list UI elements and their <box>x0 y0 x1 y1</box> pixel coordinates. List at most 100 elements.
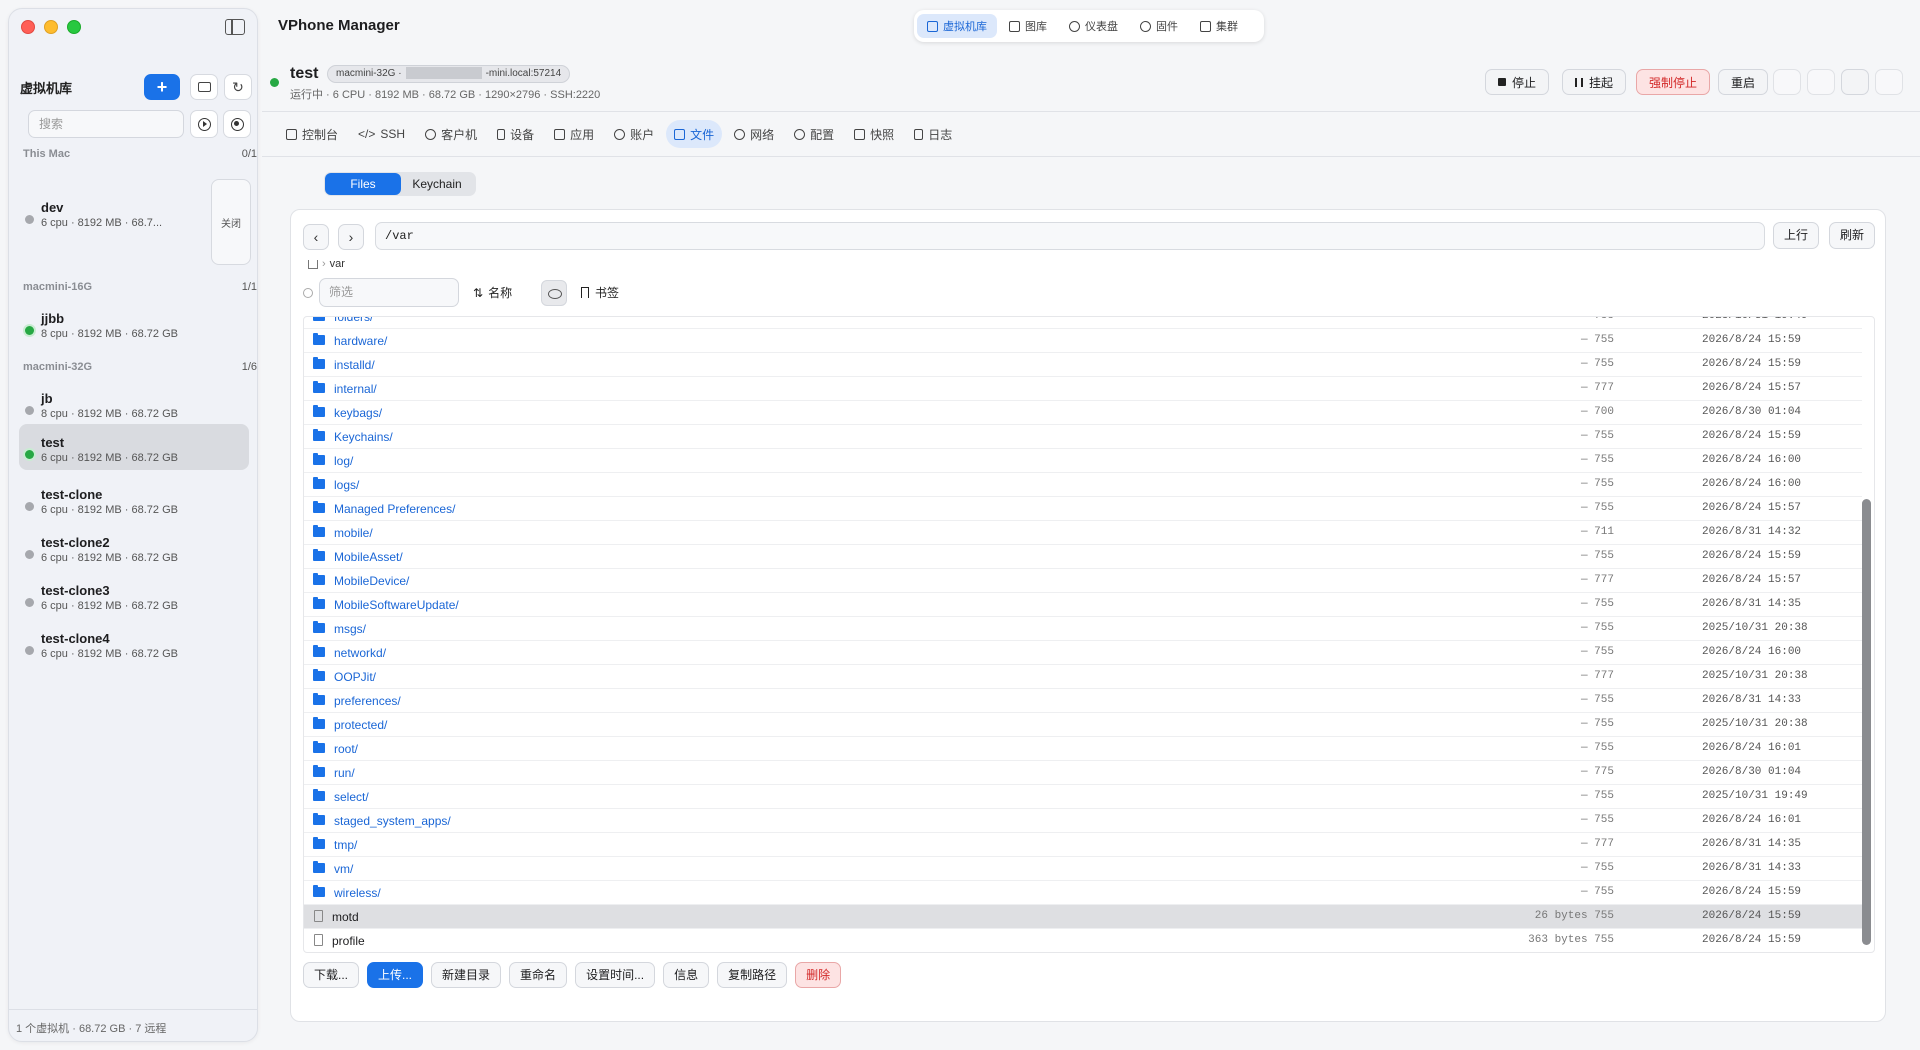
tab-accounts[interactable]: 账户 <box>606 120 662 148</box>
vm-item-jjbb[interactable]: jjbb 8 cpu · 8192 MB · 68.72 GB <box>19 300 249 346</box>
folder-row[interactable]: MobileAsset/ — 755 2026/8/24 15:59 <box>304 545 1862 569</box>
edit-icon[interactable] <box>1773 69 1801 95</box>
tab-console[interactable]: 控制台 <box>278 120 346 148</box>
tab-guest[interactable]: 客户机 <box>417 120 485 148</box>
suspend-button[interactable]: 挂起 <box>1562 69 1627 95</box>
home-icon[interactable] <box>308 259 318 269</box>
tab-files[interactable]: 文件 <box>666 120 723 148</box>
refresh-files-button[interactable]: 刷新 <box>1829 222 1876 249</box>
trash-icon[interactable] <box>1875 69 1903 95</box>
top-tab-cluster[interactable]: 集群 <box>1190 14 1248 38</box>
folder-row[interactable]: msgs/ — 755 2025/10/31 20:38 <box>304 617 1862 641</box>
folder-row[interactable]: vm/ — 755 2026/8/31 14:33 <box>304 857 1862 881</box>
dev-power-off-button[interactable]: 关闭 <box>211 179 251 265</box>
duplicate-icon[interactable] <box>1807 69 1835 95</box>
folder-row[interactable]: tmp/ — 777 2026/8/31 14:35 <box>304 833 1862 857</box>
vm-item-test-clone[interactable]: test-clone 6 cpu · 8192 MB · 68.72 GB <box>19 476 249 522</box>
download-button[interactable]: 下载... <box>303 962 360 988</box>
copy-path-button[interactable]: 复制路径 <box>717 962 788 988</box>
folder-row[interactable]: wireless/ — 755 2026/8/24 15:59 <box>304 881 1862 905</box>
info-button[interactable]: 信息 <box>663 962 710 988</box>
play-circle-icon <box>197 117 211 131</box>
vm-item-test[interactable]: test 6 cpu · 8192 MB · 68.72 GB <box>19 424 249 470</box>
stop-button[interactable]: 停止 <box>1485 69 1550 95</box>
folder-row[interactable]: keybags/ — 700 2026/8/30 01:04 <box>304 401 1862 425</box>
close-window-button[interactable] <box>21 20 35 34</box>
top-tab-library[interactable]: 虚拟机库 <box>917 14 997 38</box>
scrollbar-thumb[interactable] <box>1862 499 1871 945</box>
file-row[interactable]: profile 363 bytes 755 2026/8/24 15:59 <box>304 929 1862 952</box>
sort-button[interactable]: ⇅ 名称 <box>473 284 512 301</box>
folder-row[interactable]: preferences/ — 755 2026/8/31 14:33 <box>304 689 1862 713</box>
restart-button[interactable]: 重启 <box>1718 69 1769 95</box>
vm-item-test-clone2[interactable]: test-clone2 6 cpu · 8192 MB · 68.72 GB <box>19 524 249 570</box>
subtab-keychain[interactable]: Keychain <box>401 173 473 195</box>
path-input[interactable]: /var <box>375 222 1765 250</box>
file-name: Managed Preferences/ <box>334 502 456 516</box>
tab-snapshots[interactable]: 快照 <box>846 120 902 148</box>
subtab-files[interactable]: Files <box>325 173 401 195</box>
folder-row[interactable]: folders/ — 755 2025/10/31 19:49 <box>304 317 1862 329</box>
vm-item-jb[interactable]: jb 8 cpu · 8192 MB · 68.72 GB <box>19 380 249 426</box>
tab-network[interactable]: 网络 <box>726 120 782 148</box>
tab-devices[interactable]: 设备 <box>489 120 542 148</box>
folder-row[interactable]: networkd/ — 755 2026/8/24 16:00 <box>304 641 1862 665</box>
top-tab-dashboard[interactable]: 仪表盘 <box>1059 14 1128 38</box>
sidebar-toggle-icon[interactable] <box>225 19 245 35</box>
breadcrumb-item[interactable]: var <box>330 258 345 270</box>
stop-all-button[interactable] <box>223 110 251 138</box>
folder-row[interactable]: root/ — 755 2026/8/24 16:01 <box>304 737 1862 761</box>
up-button[interactable]: 上行 <box>1773 222 1820 249</box>
folder-row[interactable]: Managed Preferences/ — 755 2026/8/24 15:57 <box>304 497 1862 521</box>
search-input[interactable]: 搜索 <box>28 110 184 138</box>
group-count: 0/1 <box>241 148 257 160</box>
share-icon[interactable] <box>1841 69 1869 95</box>
add-vm-button[interactable]: + <box>144 74 180 100</box>
folder-row[interactable]: log/ — 755 2026/8/24 16:00 <box>304 449 1862 473</box>
upload-button[interactable]: 上传... <box>367 962 424 988</box>
file-size-permissions: — 755 <box>1580 502 1614 514</box>
tab-ssh[interactable]: </> SSH <box>350 120 413 148</box>
folder-row[interactable]: Keychains/ — 755 2026/8/24 15:59 <box>304 425 1862 449</box>
scrollbar-track[interactable] <box>1862 319 1872 950</box>
folder-row[interactable]: installd/ — 755 2026/8/24 15:59 <box>304 353 1862 377</box>
filter-input[interactable]: 筛选 <box>319 278 459 307</box>
tab-logs[interactable]: 日志 <box>906 120 960 148</box>
delete-button[interactable]: 删除 <box>795 962 842 988</box>
tab-apps[interactable]: 应用 <box>546 120 602 148</box>
file-row[interactable]: motd 26 bytes 755 2026/8/24 15:59 <box>304 905 1862 929</box>
vm-item-test-clone3[interactable]: test-clone3 6 cpu · 8192 MB · 68.72 GB <box>19 572 249 618</box>
folder-row[interactable]: MobileSoftwareUpdate/ — 755 2026/8/31 14:3… <box>304 593 1862 617</box>
folder-row[interactable]: hardware/ — 755 2026/8/24 15:59 <box>304 329 1862 353</box>
status-dot <box>25 598 34 607</box>
top-tab-firmware[interactable]: 固件 <box>1130 14 1188 38</box>
vm-item-test-clone4[interactable]: test-clone4 6 cpu · 8192 MB · 68.72 GB <box>19 620 249 666</box>
rename-button[interactable]: 重命名 <box>509 962 568 988</box>
vm-item-dev[interactable]: dev 6 cpu · 8192 MB · 68.7... <box>19 189 205 235</box>
folder-row[interactable]: internal/ — 777 2026/8/24 15:57 <box>304 377 1862 401</box>
set-time-button[interactable]: 设置时间... <box>575 962 656 988</box>
folder-row[interactable]: staged_system_apps/ — 755 2026/8/24 16:01 <box>304 809 1862 833</box>
add-remote-button[interactable] <box>190 74 218 100</box>
back-button[interactable]: ‹ <box>303 224 329 250</box>
folder-row[interactable]: select/ — 755 2025/10/31 19:49 <box>304 785 1862 809</box>
force-stop-button[interactable]: 强制停止 <box>1636 69 1711 95</box>
new-directory-button[interactable]: 新建目录 <box>431 962 502 988</box>
tab-config[interactable]: 配置 <box>786 120 842 148</box>
folder-row[interactable]: OOPJit/ — 777 2025/10/31 20:38 <box>304 665 1862 689</box>
minimize-window-button[interactable] <box>44 20 58 34</box>
zoom-window-button[interactable] <box>67 20 81 34</box>
folder-row[interactable]: mobile/ — 711 2026/8/31 14:32 <box>304 521 1862 545</box>
vm-meta: 6 cpu · 8192 MB · 68.72 GB <box>41 452 178 464</box>
file-modified-date: 2026/8/24 16:00 <box>1702 646 1802 658</box>
folder-row[interactable]: protected/ — 755 2025/10/31 20:38 <box>304 713 1862 737</box>
folder-row[interactable]: logs/ — 755 2026/8/24 16:00 <box>304 473 1862 497</box>
bookmarks-button[interactable]: 书签 <box>581 284 619 301</box>
refresh-button[interactable]: ↻ <box>224 74 252 100</box>
show-hidden-toggle[interactable] <box>541 280 567 306</box>
folder-row[interactable]: run/ — 775 2026/8/30 01:04 <box>304 761 1862 785</box>
forward-button[interactable]: › <box>338 224 364 250</box>
top-tab-gallery[interactable]: 图库 <box>999 14 1057 38</box>
start-all-button[interactable] <box>190 110 218 138</box>
folder-row[interactable]: MobileDevice/ — 777 2026/8/24 15:57 <box>304 569 1862 593</box>
